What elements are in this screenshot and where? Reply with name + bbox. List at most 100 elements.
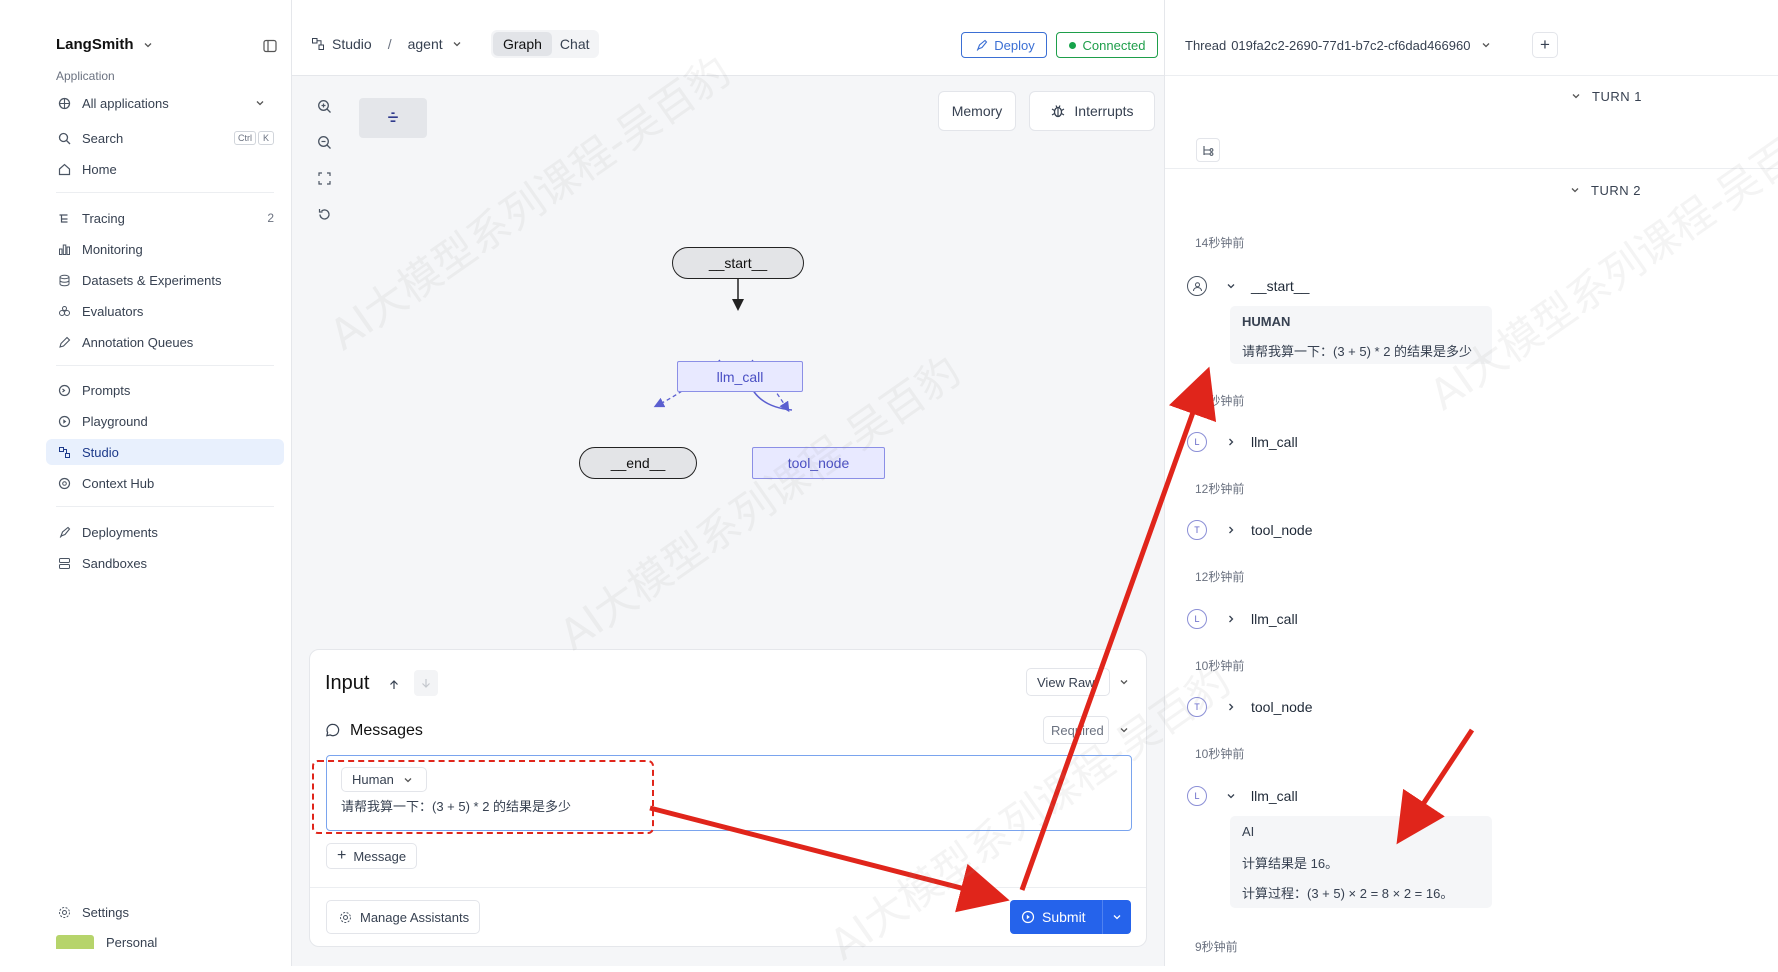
step-tool-node[interactable]: T tool_node [1187,518,1313,542]
kbd-ctrl: Ctrl [234,131,256,145]
status-dot [1068,41,1076,49]
workspace-name: Personal [106,935,158,949]
sidebar-item-prompts[interactable]: Prompts [46,377,284,403]
sidebar-item-playground[interactable]: Playground [46,408,284,434]
sidebar-item-settings[interactable]: Settings [46,899,284,925]
divider [56,192,274,193]
sidebar-item-label: Deployments [82,524,158,540]
node-start[interactable]: __start__ [672,247,804,279]
divider [1165,168,1778,169]
arrow-up-icon[interactable] [386,677,402,693]
tab-chat[interactable]: Chat [552,32,598,56]
rocket-icon [56,524,72,540]
thread-selector[interactable]: Thread 019fa2c2-2690-77d1-b7c2-cf6dad466… [1185,37,1494,53]
step-time: 12秒钟前 [1195,482,1245,496]
workspace-avatar [56,935,94,949]
sidebar-item-datasets[interactable]: Datasets & Experiments [46,267,284,293]
workspace-switcher[interactable]: Personal [56,935,157,949]
chevron-down-icon [252,95,268,111]
llm-icon: L [1187,786,1207,806]
sidebar-item-all-applications[interactable]: All applications [46,90,284,116]
step-llm-call[interactable]: L llm_call [1187,607,1298,631]
node-llm-call[interactable]: llm_call [677,361,803,392]
breadcrumb-studio[interactable]: Studio [332,36,372,52]
divider [56,365,274,366]
turn-1-header[interactable]: TURN 1 [1568,88,1642,104]
sidebar-toggle-icon[interactable] [262,38,278,54]
sidebar-item-tracing[interactable]: Tracing 2 [46,205,284,231]
studio-icon [310,36,326,52]
connection-status[interactable]: Connected [1056,32,1158,58]
sidebar-item-label: Datasets & Experiments [82,272,222,288]
sidebar: LangSmith Application All applications S… [0,0,292,966]
step-time: 14秒钟前 [1195,236,1245,250]
user-icon [1187,276,1207,296]
step-tool-node[interactable]: T tool_node [1187,695,1313,719]
home-icon [56,161,72,177]
breadcrumb: Studio / agent [310,36,465,52]
sandbox-icon [56,555,72,571]
step-time: 10秒钟前 [1195,747,1245,761]
chevron-down-icon[interactable] [1116,722,1132,738]
brand-switcher[interactable]: LangSmith [56,36,156,53]
step-start[interactable]: __start__ [1187,274,1309,298]
step-name: llm_call [1251,788,1298,804]
sidebar-item-search[interactable]: Search Ctrl K [46,125,284,151]
chevron-down-icon[interactable] [449,36,465,52]
plus-icon: + [337,847,347,864]
divider [56,506,274,507]
tool-icon: T [1187,520,1207,540]
node-tool[interactable]: tool_node [752,447,885,479]
step-llm-call[interactable]: L llm_call [1187,430,1298,454]
breadcrumb-separator: / [387,36,392,52]
fork-button[interactable] [1196,138,1220,162]
connected-label: Connected [1082,37,1146,53]
sidebar-item-evaluators[interactable]: Evaluators [46,298,284,324]
submit-button[interactable]: Submit [1010,900,1131,934]
human-label: HUMAN [1242,314,1291,329]
sidebar-item-label: Home [82,161,117,177]
kbd-k: K [257,131,274,145]
step-name: llm_call [1251,611,1298,627]
new-thread-button[interactable]: + [1532,32,1558,58]
arrow-down-button[interactable] [414,670,438,696]
chevron-down-icon[interactable] [1109,909,1125,925]
turn-2-header[interactable]: TURN 2 [1567,182,1641,198]
gear-icon [56,904,72,920]
chevron-down-icon[interactable] [1116,674,1132,690]
sidebar-item-label: Monitoring [82,241,143,257]
ai-message-card: AI 计算结果是 16。 计算过程：(3 + 5) × 2 = 8 × 2 = … [1230,816,1492,908]
sidebar-item-deployments[interactable]: Deployments [46,519,284,545]
breadcrumb-agent[interactable]: agent [408,36,443,52]
messages-label: Messages [350,722,423,739]
sidebar-item-annotation-queues[interactable]: Annotation Queues [46,329,284,355]
sidebar-item-sandboxes[interactable]: Sandboxes [46,550,284,576]
manage-assistants-label: Manage Assistants [360,909,470,925]
sidebar-item-label: Sandboxes [82,555,148,571]
deploy-button[interactable]: Deploy [961,32,1047,58]
sidebar-item-monitoring[interactable]: Monitoring [46,236,284,262]
step-name: tool_node [1251,699,1313,715]
chevron-down-icon [1223,788,1239,804]
sidebar-item-label: Studio [82,444,119,460]
divider [310,887,1146,888]
human-message-card: HUMAN 请帮我算一下：(3 + 5) * 2 的结果是多少 [1230,306,1492,364]
arrow-down-icon [422,679,430,688]
sidebar-item-label: Settings [82,904,129,920]
sidebar-item-label: Tracing [82,210,125,226]
add-message-button[interactable]: + Message [326,843,418,869]
tool-icon: T [1187,697,1207,717]
tracing-count: 2 [267,211,274,225]
brand-name: LangSmith [56,36,134,53]
node-end[interactable]: __end__ [579,447,697,479]
step-llm-call[interactable]: L llm_call [1187,784,1298,808]
topbar: Studio / agent Graph Chat Deploy Connect… [292,0,1164,76]
sidebar-item-studio[interactable]: Studio [46,439,284,465]
tab-graph[interactable]: Graph [493,32,552,56]
step-name: llm_call [1251,434,1298,450]
sidebar-item-context-hub[interactable]: Context Hub [46,470,284,496]
manage-assistants-button[interactable]: Manage Assistants [326,900,481,934]
gear-icon [337,909,353,925]
view-raw-button[interactable]: View Raw [1026,668,1110,696]
sidebar-item-home[interactable]: Home [46,156,284,182]
